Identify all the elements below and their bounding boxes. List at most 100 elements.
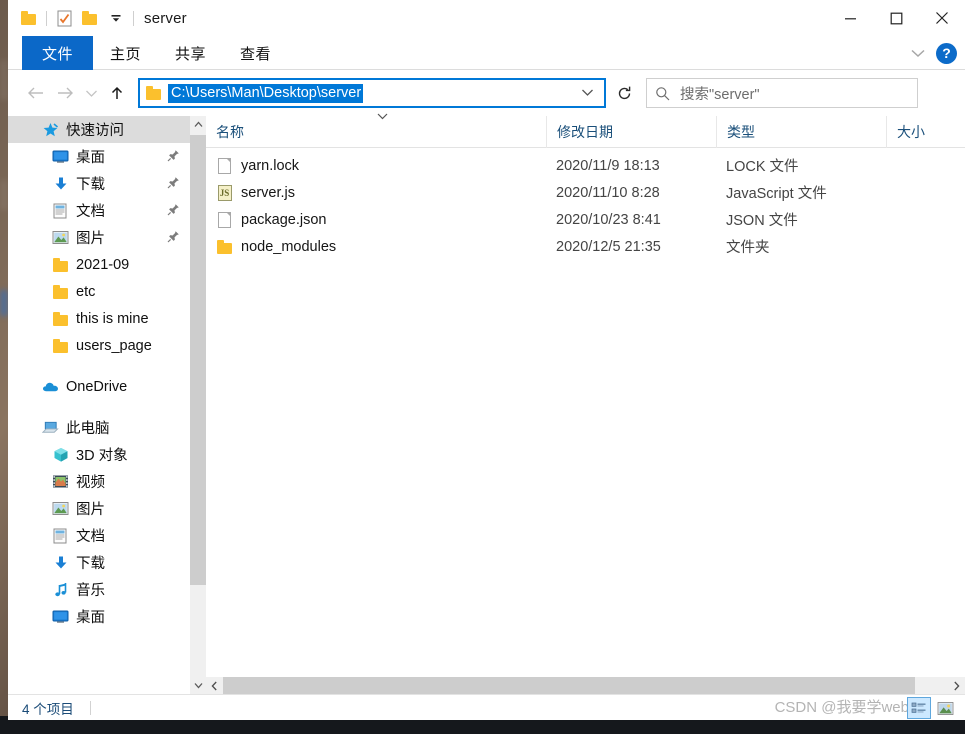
sidebar-item-3[interactable]: 文档 [8,197,190,224]
help-button[interactable]: ? [936,43,957,64]
sidebar-item-label: 下载 [76,552,105,573]
sidebar-item-5[interactable]: 2021-09 [8,251,190,278]
search-box[interactable]: 搜索"server" [646,78,918,108]
quick-access-toolbar[interactable]: server [8,0,187,36]
ribbon-right-controls[interactable]: ? [910,36,957,70]
search-icon [655,86,670,101]
column-headers[interactable]: 名称 修改日期 类型 大小 [206,116,965,148]
sidebar-item-17[interactable]: 桌面 [8,603,190,630]
maximize-icon [890,12,903,25]
file-list-hscrollbar[interactable] [206,677,965,694]
sort-indicator-icon [376,111,389,123]
forward-arrow-icon [56,85,75,101]
scroll-track[interactable] [190,133,206,677]
sidebar-item-11[interactable]: 3D 对象 [8,441,190,468]
cell-name[interactable]: yarn.lock [206,157,546,174]
address-input[interactable]: C:\Users\Man\Desktop\server [168,84,363,103]
sidebar-item-label: this is mine [76,311,149,327]
hscroll-track[interactable] [223,677,948,694]
address-dropdown-icon[interactable] [575,86,600,100]
file-name-label: node_modules [241,239,336,255]
cell-date: 2020/11/9 18:13 [546,158,716,174]
chevron-down-icon[interactable] [910,46,926,60]
cell-name[interactable]: node_modules [206,238,546,255]
caption-buttons[interactable] [827,0,965,36]
sidebar-item-10[interactable]: 此电脑 [8,414,190,441]
tab-file[interactable]: 文件 [22,36,93,70]
properties-icon[interactable] [51,5,77,31]
cell-size: 3 K [886,185,965,201]
customize-dropdown-icon[interactable] [103,5,129,31]
sidebar-item-6[interactable]: etc [8,278,190,305]
view-mode-buttons[interactable] [907,695,957,721]
sidebar-item-15[interactable]: 下载 [8,549,190,576]
sidebar-item-2[interactable]: 下载 [8,170,190,197]
tab-view[interactable]: 查看 [223,36,288,70]
sidebar-item-7[interactable]: this is mine [8,305,190,332]
hscroll-thumb[interactable] [223,677,915,694]
table-row[interactable]: node_modules2020/12/5 21:35文件夹 [206,233,965,260]
back-button[interactable] [20,77,50,109]
cell-name[interactable]: package.json [206,211,546,228]
title-bar[interactable]: server [8,0,965,36]
ribbon-tabs[interactable]: 文件 主页 共享 查看 ? [8,36,965,70]
table-row[interactable]: package.json2020/10/23 8:41JSON 文件1 K [206,206,965,233]
file-icon [216,211,233,228]
up-button[interactable] [102,77,132,109]
sidebar-item-0[interactable]: 快速访问 [8,116,190,143]
scroll-up-button[interactable] [190,116,206,133]
navigation-pane-list[interactable]: 快速访问桌面下载文档图片2021-09etcthis is mineusers_… [8,116,190,694]
close-button[interactable] [919,0,965,36]
cell-size: 1 K [886,212,965,228]
pin-icon[interactable] [167,230,180,246]
large-icons-view-button[interactable] [933,697,957,719]
folder-icon [216,238,233,255]
chevron-down-icon [85,89,98,98]
navigation-pane-scrollbar[interactable] [190,116,206,694]
sidebar-item-13[interactable]: 图片 [8,495,190,522]
scroll-thumb[interactable] [190,135,206,585]
new-folder-icon[interactable] [77,5,103,31]
sidebar-item-4[interactable]: 图片 [8,224,190,251]
explorer-body: 快速访问桌面下载文档图片2021-09etcthis is mineusers_… [8,116,965,694]
hscroll-left-button[interactable] [206,677,223,694]
file-list-pane[interactable]: 名称 修改日期 类型 大小 yarn.lock2020/11/9 18:13LO… [206,116,965,694]
refresh-icon [616,85,633,102]
file-rows[interactable]: yarn.lock2020/11/9 18:13LOCK 文件15 KJSser… [206,148,965,677]
column-header-date[interactable]: 修改日期 [546,116,716,148]
item-count-label: 4 个项目 [22,698,74,718]
cell-name[interactable]: JSserver.js [206,184,546,201]
sidebar-item-1[interactable]: 桌面 [8,143,190,170]
maximize-button[interactable] [873,0,919,36]
sidebar-item-16[interactable]: 音乐 [8,576,190,603]
tab-home[interactable]: 主页 [93,36,158,70]
table-row[interactable]: JSserver.js2020/11/10 8:28JavaScript 文件3… [206,179,965,206]
sidebar-item-8[interactable]: users_page [8,332,190,359]
desktop-blur-shape [0,180,8,210]
table-row[interactable]: yarn.lock2020/11/9 18:13LOCK 文件15 K [206,152,965,179]
refresh-button[interactable] [608,78,640,108]
sidebar-item-9[interactable]: OneDrive [8,373,190,400]
recent-locations-button[interactable] [80,77,102,109]
navigation-pane[interactable]: 快速访问桌面下载文档图片2021-09etcthis is mineusers_… [8,116,206,694]
column-header-size[interactable]: 大小 [886,116,965,148]
details-view-button[interactable] [907,697,931,719]
search-input[interactable]: 搜索"server" [680,83,760,104]
column-header-type[interactable]: 类型 [716,116,886,148]
forward-button[interactable] [50,77,80,109]
sidebar-item-14[interactable]: 文档 [8,522,190,549]
pin-icon[interactable] [167,203,180,219]
address-bar[interactable]: C:\Users\Man\Desktop\server [138,78,606,108]
sidebar-item-label: 2021-09 [76,257,129,273]
address-toolbar[interactable]: C:\Users\Man\Desktop\server 搜索"server" [8,70,965,116]
tab-share[interactable]: 共享 [158,36,223,70]
pin-icon[interactable] [167,149,180,165]
folder-icon[interactable] [16,5,42,31]
sidebar-item-12[interactable]: 视频 [8,468,190,495]
desktop-blur-shape [0,60,8,100]
scroll-down-button[interactable] [190,677,206,694]
hscroll-right-button[interactable] [948,677,965,694]
pin-icon[interactable] [167,176,180,192]
properties-glyph [57,10,72,27]
minimize-button[interactable] [827,0,873,36]
